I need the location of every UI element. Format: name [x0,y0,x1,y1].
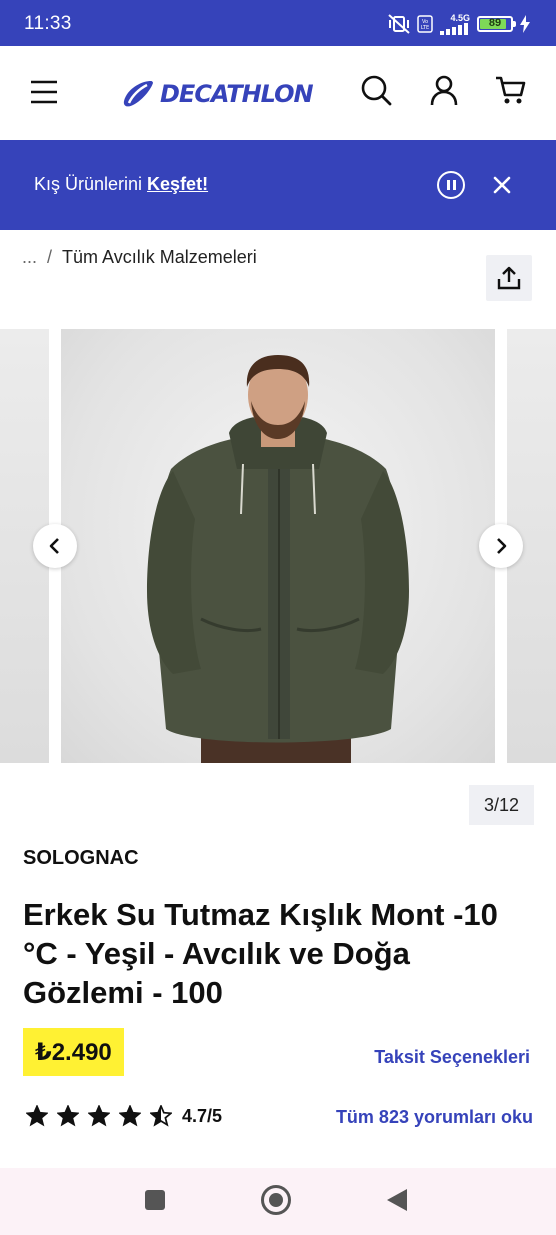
battery-level: 89 [488,17,502,29]
gallery-counter: 3/12 [469,785,534,825]
cart-icon[interactable] [495,74,527,106]
chevron-right-icon [497,538,507,554]
logo-text: DECATHLON [160,80,314,108]
star-full-icon [26,1105,48,1127]
signal-icon [440,22,468,35]
battery-icon: 89 [477,16,516,32]
site-header: DECATHLON [0,46,556,140]
star-full-icon [88,1105,110,1127]
product-gallery[interactable] [0,329,556,763]
promo-link[interactable]: Keşfet! [147,174,208,194]
search-icon[interactable] [360,74,392,106]
home-button[interactable] [261,1185,291,1215]
breadcrumb: ... / Tüm Avcılık Malzemeleri [22,247,257,268]
pause-icon[interactable] [437,171,465,199]
menu-icon[interactable] [30,78,58,106]
breadcrumb-ellipsis[interactable]: ... [22,247,37,268]
star-full-icon [119,1105,141,1127]
decathlon-logo[interactable]: DECATHLON [121,77,314,111]
status-bar: 11:33 Vo LTE 4.5G 89 [0,0,556,46]
share-icon [497,266,521,290]
chevron-left-icon [49,538,59,554]
volte-icon: Vo LTE [417,15,433,33]
promo-text: Kış Ürünlerini Keşfet! [34,174,208,195]
network-type-label: 4.5G [450,12,470,23]
star-half-icon [150,1105,172,1127]
charging-icon [520,15,530,33]
installment-options-link[interactable]: Taksit Seçenekleri [374,1047,530,1068]
share-button[interactable] [486,255,532,301]
vibrate-off-icon [388,14,410,34]
close-icon[interactable] [490,173,514,197]
gallery-next-button[interactable] [479,524,523,568]
product-rating[interactable]: 4.7/5 [26,1105,222,1127]
system-nav-bar [0,1168,556,1235]
product-title: Erkek Su Tutmaz Kışlık Mont -10 °C - Yeş… [23,897,498,1010]
breadcrumb-current[interactable]: Tüm Avcılık Malzemeleri [62,247,257,268]
product-image[interactable] [61,329,495,763]
product-price: ₺2.490 [23,1028,124,1076]
product-photo-icon [147,355,409,763]
gallery-prev-button[interactable] [33,524,77,568]
back-button[interactable] [387,1189,407,1211]
rating-value: 4.7/5 [182,1105,223,1126]
breadcrumb-separator: / [47,247,53,267]
decathlon-logo-icon [123,81,153,107]
promo-message: Kış Ürünlerini [34,174,148,194]
reviews-link[interactable]: Tüm 823 yorumları oku [336,1107,533,1128]
rating-stars [26,1105,172,1127]
status-icons: Vo LTE 4.5G 89 [388,13,530,35]
recent-apps-button[interactable] [145,1190,165,1210]
account-icon[interactable] [428,74,460,106]
svg-text:LTE: LTE [421,25,429,31]
promo-banner: Kış Ürünlerini Keşfet! [0,140,556,230]
product-brand[interactable]: SOLOGNAC [23,847,139,870]
status-time: 11:33 [24,13,72,34]
star-full-icon [57,1105,79,1127]
